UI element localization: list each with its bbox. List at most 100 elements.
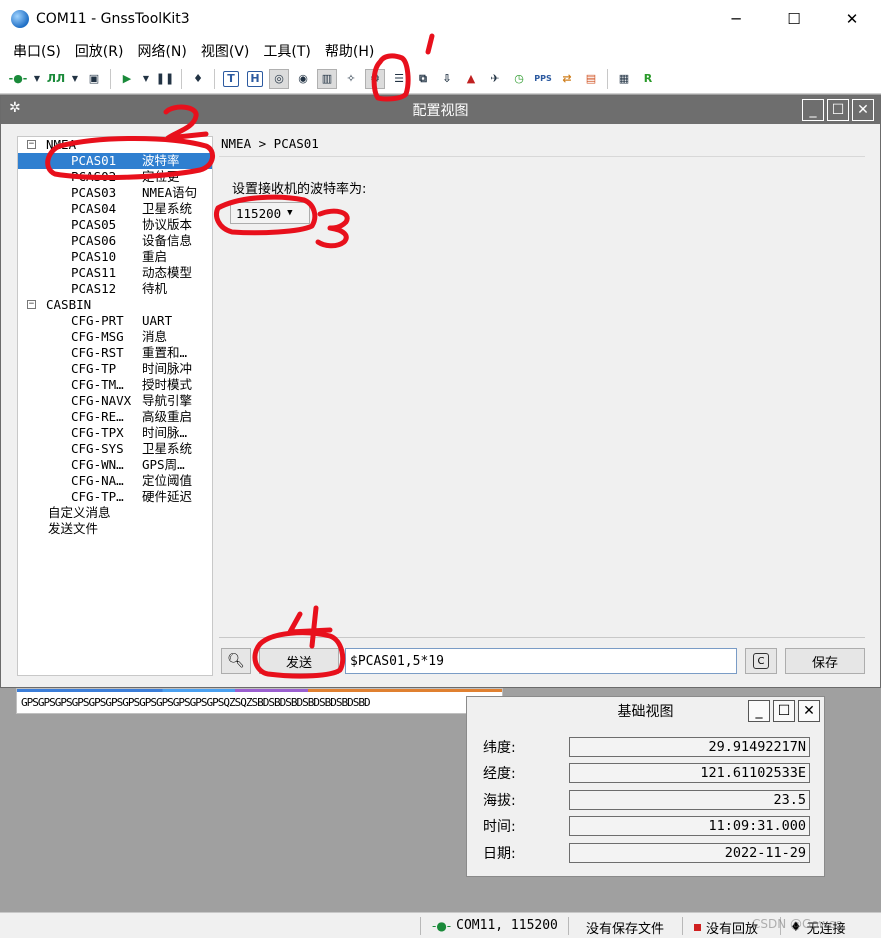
tree-item-cfg-tp2[interactable]: CFG-TP… 硬件延迟 <box>18 489 212 505</box>
config-close-button[interactable]: ✕ <box>852 99 874 121</box>
maximize-button[interactable]: ☐ <box>765 0 823 38</box>
tree-item-desc: 卫星系统 <box>142 201 193 216</box>
menu-network[interactable]: 网络(N) <box>130 41 193 61</box>
hex-view-icon[interactable]: H <box>245 69 265 89</box>
menu-serial[interactable]: 串口(S) <box>6 41 68 61</box>
pps-icon[interactable]: PPS <box>533 69 553 89</box>
save-icon[interactable]: ▣ <box>84 69 104 89</box>
tree-node-nmea[interactable]: − NMEA <box>18 137 212 153</box>
connector-icon: -●- <box>432 918 452 933</box>
dropdown-icon[interactable]: ▼ <box>32 69 42 89</box>
tree-item-send-file[interactable]: 发送文件 <box>18 521 212 537</box>
target-icon[interactable]: ◉ <box>293 69 313 89</box>
basic-close-button[interactable]: ✕ <box>798 700 820 722</box>
config-gear-icon[interactable]: ⚙ <box>365 68 385 89</box>
tree-item-pcas10[interactable]: PCAS10 重启 <box>18 249 212 265</box>
tree-item-cfg-tpx[interactable]: CFG-TPX 时间脉… <box>18 425 212 441</box>
clock-icon[interactable]: ◷ <box>509 69 529 89</box>
tree-item-code: CFG-RST <box>71 345 124 360</box>
dropdown-icon[interactable]: ▼ <box>70 69 80 89</box>
tree-item-cfg-na[interactable]: CFG-NA… 定位阈值 <box>18 473 212 489</box>
bird-icon[interactable]: ✈ <box>485 69 505 89</box>
dropdown-icon[interactable]: ▼ <box>141 69 151 89</box>
note-icon[interactable]: ▤ <box>581 69 601 89</box>
tree-item-cfg-tp[interactable]: CFG-TP 时间脉冲 <box>18 361 212 377</box>
tree-item-code: PCAS06 <box>71 233 117 248</box>
restart-icon[interactable]: R <box>638 69 658 89</box>
tree-node-casbin[interactable]: − CASBIN <box>18 297 212 313</box>
tree-item-desc: 重启 <box>142 249 168 264</box>
microphone-icon[interactable]: ♦ <box>188 69 208 89</box>
menu-help[interactable]: 帮助(H) <box>318 41 381 61</box>
swap-icon[interactable]: ⇄ <box>557 69 577 89</box>
send-button[interactable]: 发送 <box>259 648 339 674</box>
arrow-icon[interactable]: ▲ <box>461 69 481 89</box>
baud-rate-select[interactable]: 115200 ▼ <box>230 202 310 224</box>
tree-item-cfg-tm[interactable]: CFG-TM… 授时模式 <box>18 377 212 393</box>
status-separator <box>568 917 569 935</box>
collapse-toggle[interactable]: − <box>27 140 36 149</box>
tree-item-cfg-sys[interactable]: CFG-SYS 卫星系统 <box>18 441 212 457</box>
clone-icon[interactable]: ⧉ <box>413 69 433 89</box>
text-view-icon[interactable]: T <box>221 69 241 89</box>
tree-item-desc: NMEA语句 <box>142 185 198 200</box>
tree-item-cfg-re[interactable]: CFG-RE… 高级重启 <box>18 409 212 425</box>
tree-node-label: NMEA <box>46 137 77 152</box>
divider <box>219 637 865 638</box>
signal-bars-icon[interactable]: ▥ <box>317 68 337 89</box>
menu-view[interactable]: 视图(V) <box>194 41 257 61</box>
signal-bars <box>17 689 502 692</box>
menu-tools[interactable]: 工具(T) <box>256 41 317 61</box>
tree-item-cfg-prt[interactable]: CFG-PRT UART <box>18 313 212 329</box>
basic-maximize-button[interactable]: ☐ <box>773 700 795 722</box>
tree-item-cfg-rst[interactable]: CFG-RST 重置和… <box>18 345 212 361</box>
tree-item-code: CFG-RE… <box>71 409 124 424</box>
config-minimize-button[interactable]: _ <box>802 99 824 121</box>
minimize-button[interactable]: ─ <box>707 0 765 38</box>
copy-button[interactable]: C <box>745 648 777 674</box>
close-button[interactable]: ✕ <box>823 0 881 38</box>
tree-item-code: PCAS05 <box>71 217 117 232</box>
breadcrumb: NMEA > PCAS01 <box>221 136 319 151</box>
tree-item-pcas01[interactable]: PCAS01 波特率 <box>18 153 212 169</box>
tree-item-custom-message[interactable]: 自定义消息 <box>18 505 212 521</box>
play-icon[interactable]: ▶ <box>117 69 137 89</box>
menu-replay[interactable]: 回放(R) <box>68 41 131 61</box>
pause-icon[interactable]: ❚❚ <box>155 69 175 89</box>
latitude-value: 29.91492217N <box>569 737 810 757</box>
config-tree: − NMEA PCAS01 波特率 PCAS02 定位更 PCAS03 NMEA语句 … <box>17 136 213 676</box>
toolbar-separator <box>607 68 608 89</box>
download-icon[interactable]: ⇩ <box>437 69 457 89</box>
tree-item-desc: 协议版本 <box>142 217 193 232</box>
tree-item-pcas11[interactable]: PCAS11 动态模型 <box>18 265 212 281</box>
tree-item-pcas06[interactable]: PCAS06 设备信息 <box>18 233 212 249</box>
tree-item-cfg-navx[interactable]: CFG-NAVX 导航引擎 <box>18 393 212 409</box>
config-view-window: ✲ 配置视图 _ ☐ ✕ − NMEA PCAS01 波特率 PCAS02 定位更 … <box>0 95 881 688</box>
connect-icon[interactable]: -●- <box>8 69 28 89</box>
satellite-icon[interactable]: ✧ <box>341 69 361 89</box>
tree-item-cfg-wn[interactable]: CFG-WN… GPS周… <box>18 457 212 473</box>
toolbar-separator <box>214 68 215 89</box>
command-input[interactable]: $PCAS01,5*19 <box>345 648 737 674</box>
tree-item-pcas12[interactable]: PCAS12 待机 <box>18 281 212 297</box>
tree-item-pcas05[interactable]: PCAS05 协议版本 <box>18 217 212 233</box>
tree-item-pcas02[interactable]: PCAS02 定位更 <box>18 169 212 185</box>
collapse-toggle[interactable]: − <box>27 300 36 309</box>
search-button[interactable]: 🔍︎ <box>221 648 251 674</box>
layout-icon[interactable]: ▦ <box>614 69 634 89</box>
tree-item-cfg-msg[interactable]: CFG-MSG 消息 <box>18 329 212 345</box>
waveform-icon[interactable]: ЛЛ <box>46 69 66 89</box>
chevron-down-icon: ▼ <box>287 208 293 218</box>
save-button[interactable]: 保存 <box>785 648 865 674</box>
tree-item-code: CFG-NA… <box>71 473 124 488</box>
longitude-label: 经度: <box>483 766 516 782</box>
tree-item-pcas03[interactable]: PCAS03 NMEA语句 <box>18 185 212 201</box>
compass-icon[interactable]: ◎ <box>269 68 289 89</box>
toolbar-separator <box>110 68 111 89</box>
config-maximize-button[interactable]: ☐ <box>827 99 849 121</box>
list-icon[interactable]: ☰ <box>389 69 409 89</box>
date-label: 日期: <box>483 846 516 862</box>
basic-minimize-button[interactable]: _ <box>748 700 770 722</box>
tree-item-desc: 时间脉冲 <box>142 361 193 376</box>
tree-item-pcas04[interactable]: PCAS04 卫星系统 <box>18 201 212 217</box>
